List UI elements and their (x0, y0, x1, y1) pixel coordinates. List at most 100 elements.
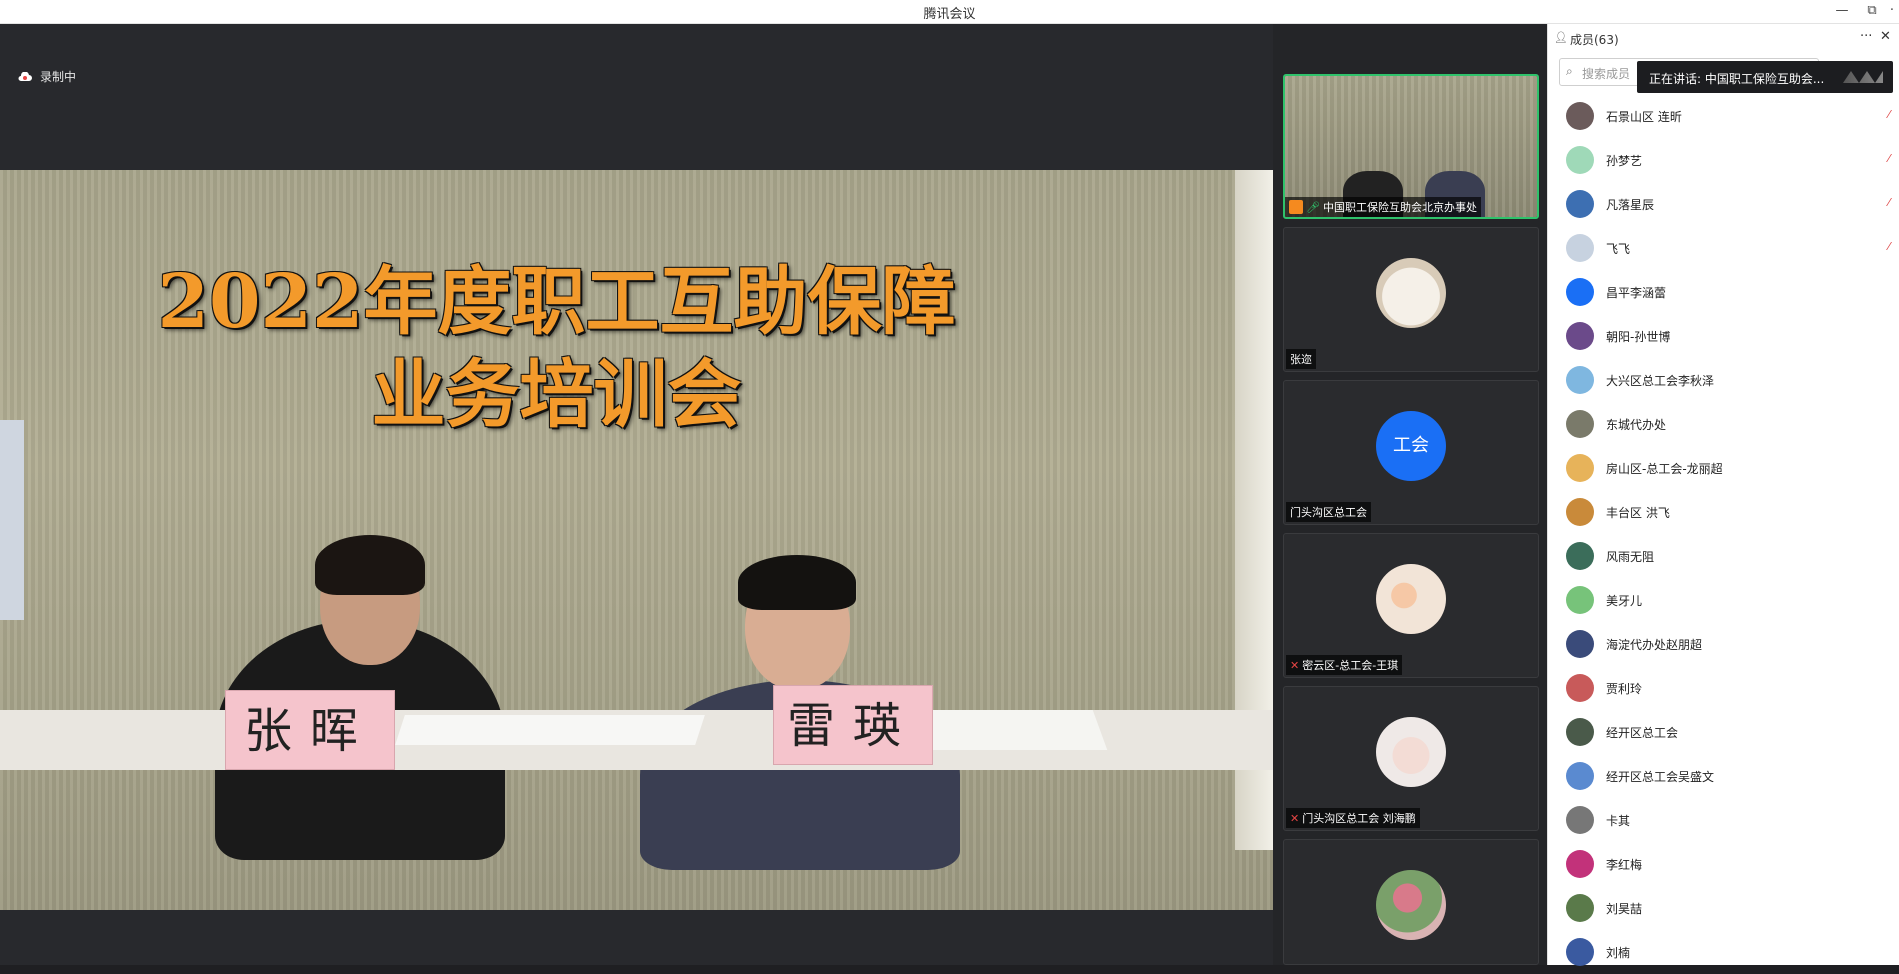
avatar (1566, 850, 1594, 878)
list-item[interactable]: 美牙儿 (1548, 578, 1899, 622)
participant-tile[interactable]: ✕ 门头沟区总工会 刘海鹏 (1283, 686, 1539, 831)
mic-muted-icon[interactable]: ⁄ (1888, 108, 1890, 121)
avatar (1566, 718, 1594, 746)
person-icon: 👤︎ (1554, 31, 1568, 44)
member-name: 石景山区 连昕 (1606, 110, 1682, 124)
member-name: 孙梦艺 (1606, 154, 1643, 168)
member-name: 刘楠 (1606, 946, 1631, 960)
list-item[interactable]: 大兴区总工会李秋泽 (1548, 358, 1899, 402)
close-panel-button[interactable]: ✕ (1880, 29, 1891, 44)
members-panel: 👤︎ 成员(63) ··· ✕ ⌕ 搜索成员 石景山区 连昕 ⁄ 孙梦艺 ⁄ 凡落星辰 ⁄… (1547, 24, 1899, 966)
close-window-button[interactable]: · (1886, 2, 1898, 20)
avatar (1566, 102, 1594, 130)
shared-video[interactable]: 2022年度职工互助保障 业务培训会 张晖 雷瑛 (0, 170, 1273, 910)
list-item[interactable]: 卡其 (1548, 798, 1899, 842)
mic-muted-icon: ✕ (1290, 658, 1300, 672)
member-name: 李红梅 (1606, 858, 1643, 872)
host-icon (1289, 200, 1303, 214)
avatar (1566, 190, 1594, 218)
tile-name: 中国职工保险互助会北京办事处 (1322, 201, 1477, 214)
member-name: 刘昊喆 (1606, 902, 1643, 916)
member-name: 凡落星辰 (1606, 198, 1655, 212)
member-name: 飞飞 (1606, 242, 1631, 256)
restore-button[interactable]: ⧉ (1862, 2, 1882, 20)
list-item[interactable]: 朝阳-孙世博 (1548, 314, 1899, 358)
avatar (1566, 894, 1594, 922)
recording-indicator[interactable]: 录制中 (18, 68, 76, 85)
list-item[interactable]: 凡落星辰 ⁄ (1548, 182, 1899, 226)
avatar (1566, 674, 1594, 702)
member-name: 风雨无阻 (1606, 550, 1655, 564)
list-item[interactable]: 经开区总工会吴盛文 (1548, 754, 1899, 798)
audio-wave-icon (1843, 71, 1883, 83)
wall-poster (0, 420, 24, 620)
mic-on-icon: 🎤︎ (1306, 200, 1320, 214)
avatar (1566, 806, 1594, 834)
avatar (1376, 870, 1446, 940)
member-name: 朝阳-孙世博 (1606, 330, 1671, 344)
member-list: 石景山区 连昕 ⁄ 孙梦艺 ⁄ 凡落星辰 ⁄ 飞飞 ⁄ 昌平李涵蕾朝阳-孙世博大兴区总工会李秋泽… (1548, 94, 1899, 974)
speaking-indicator: 正在讲话: 中国职工保险互助会... (1637, 61, 1893, 93)
member-name: 房山区-总工会-龙丽超 (1606, 462, 1723, 476)
tile-label: 🎤︎ 中国职工保险互助会北京办事处 (1285, 197, 1481, 217)
mic-muted-icon[interactable]: ⁄ (1888, 152, 1890, 165)
mic-muted-icon[interactable]: ⁄ (1888, 240, 1890, 253)
cloud-record-icon (18, 71, 32, 81)
member-name: 丰台区 洪飞 (1606, 506, 1670, 520)
minimize-button[interactable]: — (1832, 2, 1852, 20)
more-button[interactable]: ··· (1860, 29, 1872, 44)
avatar (1566, 146, 1594, 174)
list-item[interactable]: 风雨无阻 (1548, 534, 1899, 578)
member-name: 海淀代办处赵朋超 (1606, 638, 1703, 652)
list-item[interactable]: 海淀代办处赵朋超 (1548, 622, 1899, 666)
avatar (1566, 322, 1594, 350)
search-placeholder: 搜索成员 (1582, 67, 1631, 81)
list-item[interactable]: 孙梦艺 ⁄ (1548, 138, 1899, 182)
mic-muted-icon: ✕ (1290, 811, 1300, 825)
participant-tile[interactable]: ✕ 密云区-总工会-王琪 (1283, 533, 1539, 678)
tile-name: 门头沟区总工会 刘海鹏 (1302, 812, 1416, 825)
member-name: 大兴区总工会李秋泽 (1606, 374, 1715, 388)
avatar (1376, 564, 1446, 634)
banner-line-2: 业务培训会 (371, 352, 742, 438)
nameplate-right: 雷瑛 (773, 685, 933, 765)
avatar (1376, 717, 1446, 787)
list-item[interactable]: 房山区-总工会-龙丽超 (1548, 446, 1899, 490)
list-item[interactable]: 贾利玲 (1548, 666, 1899, 710)
list-item[interactable]: 飞飞 ⁄ (1548, 226, 1899, 270)
list-item[interactable]: 刘楠 (1548, 930, 1899, 974)
member-name: 经开区总工会 (1606, 726, 1679, 740)
search-icon: ⌕ (1566, 64, 1573, 78)
person-left-hair (315, 535, 425, 595)
recording-label: 录制中 (40, 70, 77, 84)
title-bar: 腾讯会议 — ⧉ · (0, 0, 1899, 24)
avatar (1566, 498, 1594, 526)
avatar (1566, 762, 1594, 790)
avatar (1566, 234, 1594, 262)
mic-muted-icon[interactable]: ⁄ (1888, 196, 1890, 209)
list-item[interactable]: 李红梅 (1548, 842, 1899, 886)
window-title: 腾讯会议 (923, 7, 976, 22)
list-item[interactable]: 刘昊喆 (1548, 886, 1899, 930)
list-item[interactable]: 丰台区 洪飞 (1548, 490, 1899, 534)
list-item[interactable]: 石景山区 连昕 ⁄ (1548, 94, 1899, 138)
avatar (1566, 938, 1594, 966)
tile-name: 门头沟区总工会 (1290, 506, 1367, 519)
avatar (1566, 454, 1594, 482)
papers (395, 715, 705, 745)
tile-label: 门头沟区总工会 (1286, 502, 1371, 522)
list-item[interactable]: 昌平李涵蕾 (1548, 270, 1899, 314)
participant-tile[interactable]: 🎤︎ 中国职工保险互助会北京办事处 (1283, 74, 1539, 219)
avatar (1566, 410, 1594, 438)
avatar (1566, 630, 1594, 658)
participant-tile[interactable]: 工会 门头沟区总工会 (1283, 380, 1539, 525)
banner-line-1: 2022年度职工互助保障 (157, 259, 956, 345)
avatar: 工会 (1376, 411, 1446, 481)
participant-tile[interactable]: 张迩 (1283, 227, 1539, 372)
person-right-hair (738, 555, 856, 610)
tile-label: 张迩 (1286, 349, 1316, 369)
list-item[interactable]: 经开区总工会 (1548, 710, 1899, 754)
list-item[interactable]: 东城代办处 (1548, 402, 1899, 446)
participant-tile[interactable] (1283, 839, 1539, 965)
avatar (1566, 366, 1594, 394)
